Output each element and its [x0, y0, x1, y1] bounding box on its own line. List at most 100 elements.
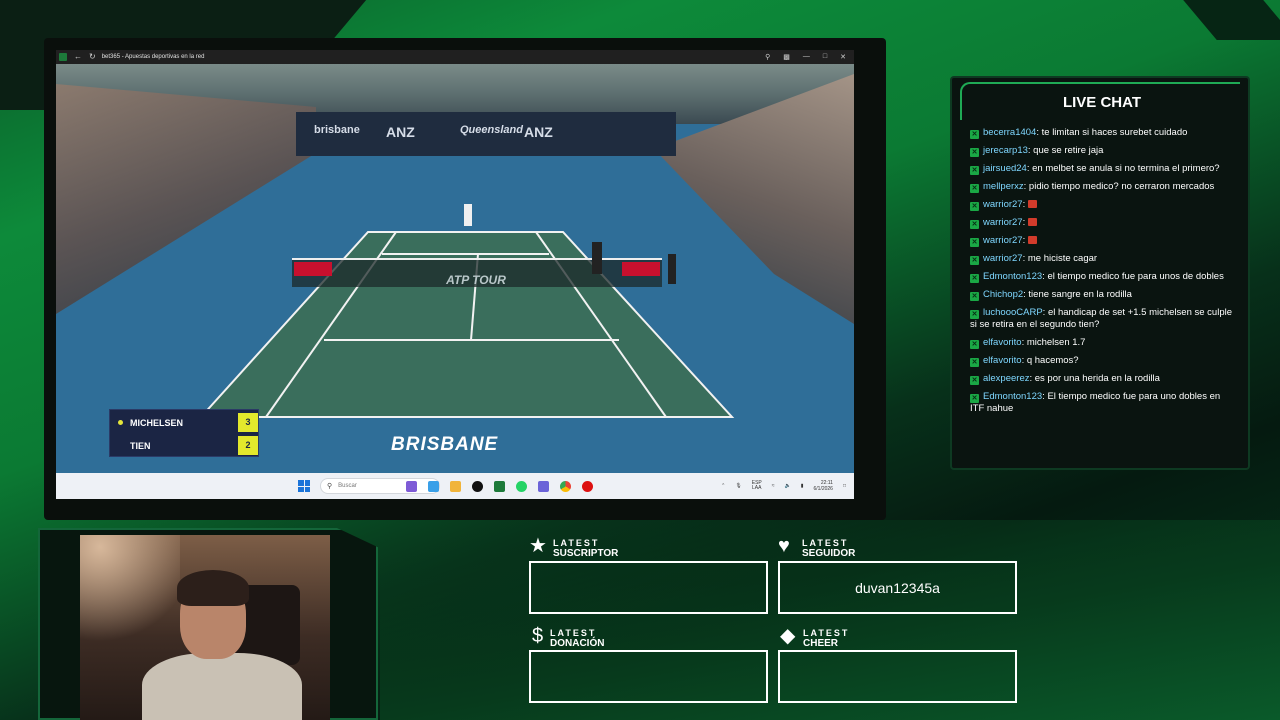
latest-seguidor-box: duvan12345a	[778, 561, 1017, 614]
location-caption: BRISBANE	[391, 434, 499, 455]
badge-icon	[970, 394, 979, 403]
streamer-body	[142, 653, 302, 720]
chat-message: warrior27:	[970, 199, 1232, 211]
score-row-2: TIEN 2	[110, 434, 260, 457]
player-far	[464, 204, 472, 226]
copilot-icon[interactable]	[428, 480, 439, 492]
ball-kid	[668, 254, 676, 284]
webcam-feed	[80, 535, 330, 720]
dollar-icon: $	[532, 625, 544, 647]
chat-username[interactable]: Edmonton123	[983, 391, 1042, 402]
chat-message: mellperxz: pidio tiempo medico? no cerra…	[970, 181, 1232, 193]
chat-username[interactable]: luchoooCARP	[983, 307, 1043, 318]
close-icon[interactable]: ✕	[840, 53, 846, 61]
latest-suscriptor-label: LATEST SUSCRIPTOR	[553, 538, 619, 559]
extensions-icon[interactable]: ▩	[783, 53, 790, 61]
emote-icon	[1028, 200, 1038, 208]
tennis-stream[interactable]: brisbane ANZ Queensland ANZ ATP TOUR MIC…	[56, 64, 854, 473]
bet365-app-icon[interactable]	[494, 480, 505, 492]
chat-text: : pidio tiempo medico? no cerraron merca…	[1023, 181, 1215, 192]
chat-message: Chichop2: tiene sangre en la rodilla	[970, 289, 1232, 301]
teams-icon[interactable]	[538, 480, 549, 492]
chevron-up-icon[interactable]: ⌃	[721, 483, 725, 489]
bet365-favicon-icon	[59, 53, 67, 61]
chat-username[interactable]: warrior27	[983, 199, 1023, 210]
scoreboard: MICHELSEN 3 TIEN 2	[109, 409, 259, 457]
star-icon: ★	[529, 535, 547, 557]
badge-icon	[970, 238, 979, 247]
badge-icon	[970, 166, 979, 175]
chat-text: :	[1022, 217, 1026, 228]
search-icon: ⚲	[327, 483, 333, 490]
chat-text: : el tiempo medico fue para unos de dobl…	[1042, 271, 1224, 282]
clock[interactable]: 22:11 6/1/2026	[814, 480, 833, 492]
back-icon[interactable]: ←	[74, 53, 82, 61]
chat-username[interactable]: becerra1404	[983, 127, 1036, 138]
file-explorer-icon[interactable]	[450, 480, 461, 492]
search-placeholder: Buscar	[338, 483, 357, 489]
chat-messages[interactable]: becerra1404: te limitan si haces surebet…	[970, 127, 1232, 421]
chat-message: warrior27:	[970, 217, 1232, 229]
refresh-icon[interactable]: ↻	[89, 53, 96, 61]
obs-icon[interactable]	[582, 480, 593, 492]
chat-username[interactable]: warrior27	[983, 253, 1023, 264]
chat-message: becerra1404: te limitan si haces surebet…	[970, 127, 1232, 139]
volume-icon[interactable]: 🔈	[785, 483, 791, 489]
chat-username[interactable]: warrior27	[983, 235, 1023, 246]
tiktok-icon[interactable]	[472, 480, 483, 492]
badge-icon	[970, 310, 979, 319]
browser-title: bet365 - Apuestas deportivas en la red	[101, 54, 205, 60]
microphone-icon[interactable]: 🎙	[735, 483, 741, 489]
chat-message: warrior27:	[970, 235, 1232, 247]
chat-username[interactable]: elfavorito	[983, 355, 1022, 366]
badge-icon	[970, 148, 979, 157]
latest-donacion-label: LATEST DONACIÓN	[550, 628, 605, 649]
wifi-icon[interactable]: ≈	[772, 483, 775, 489]
latest-cheer-box	[778, 650, 1017, 703]
battery-icon[interactable]: ▮	[801, 483, 804, 489]
chat-username[interactable]: Chichop2	[983, 289, 1023, 300]
chat-text: : te limitan si haces surebet cuidado	[1036, 127, 1188, 138]
restore-icon[interactable]: □	[823, 53, 827, 61]
zoom-icon[interactable]: ⚲	[765, 53, 770, 61]
badge-icon	[970, 292, 979, 301]
chat-title: LIVE CHAT	[1062, 94, 1142, 111]
badge-icon	[970, 184, 979, 193]
whatsapp-icon[interactable]	[516, 480, 527, 492]
chat-username[interactable]: Edmonton123	[983, 271, 1042, 282]
chat-username[interactable]: jerecarp13	[983, 145, 1028, 156]
system-tray: ⌃ 🎙 ESP LAA ≈ 🔈 ▮ 22:11 6/1/2026 □	[721, 480, 846, 492]
windows-taskbar: ⚲ Buscar ⌃ 🎙 ESP LAA ≈ 🔈 ▮ 22:11 6/1/202…	[56, 473, 854, 499]
windows-start-icon[interactable]	[298, 480, 310, 492]
clock-date: 6/1/2026	[813, 486, 833, 492]
minimize-icon[interactable]: —	[803, 53, 810, 61]
chat-message: warrior27: me hiciste cagar	[970, 253, 1232, 265]
chat-message: Edmonton123: El tiempo medico fue para u…	[970, 391, 1232, 415]
chat-username[interactable]: elfavorito	[983, 337, 1022, 348]
badge-icon	[970, 340, 979, 349]
chat-message: Edmonton123: el tiempo medico fue para u…	[970, 271, 1232, 283]
badge-icon	[970, 220, 979, 229]
chat-text: : me hiciste cagar	[1022, 253, 1098, 264]
badge-icon	[970, 358, 979, 367]
browser-titlebar: ← ↻ bet365 - Apuestas deportivas en la r…	[56, 50, 854, 64]
taskbar-search[interactable]: ⚲ Buscar	[320, 478, 440, 494]
widgets-icon[interactable]	[406, 480, 417, 492]
serve-indicator-icon	[118, 420, 123, 425]
chat-text: :	[1022, 199, 1026, 210]
chat-username[interactable]: alexpeerez	[983, 373, 1029, 384]
chat-message: jairsued24: en melbet se anula si no ter…	[970, 163, 1232, 175]
chat-username[interactable]: mellperxz	[983, 181, 1024, 192]
chat-username[interactable]: warrior27	[983, 217, 1023, 228]
language-indicator[interactable]: ESP LAA	[752, 480, 762, 492]
player-near	[592, 242, 602, 274]
notification-icon[interactable]: □	[843, 483, 846, 489]
diamond-icon: ◆	[780, 625, 796, 647]
chat-text: : es por una herida en la rodilla	[1029, 373, 1160, 384]
chat-message: luchoooCARP: el handicap de set +1.5 mic…	[970, 307, 1232, 331]
net-sponsor-left	[294, 262, 332, 276]
chrome-icon[interactable]	[560, 480, 571, 492]
chat-text: : q hacemos?	[1021, 355, 1079, 366]
chat-username[interactable]: jairsued24	[983, 163, 1027, 174]
badge-icon	[970, 256, 979, 265]
